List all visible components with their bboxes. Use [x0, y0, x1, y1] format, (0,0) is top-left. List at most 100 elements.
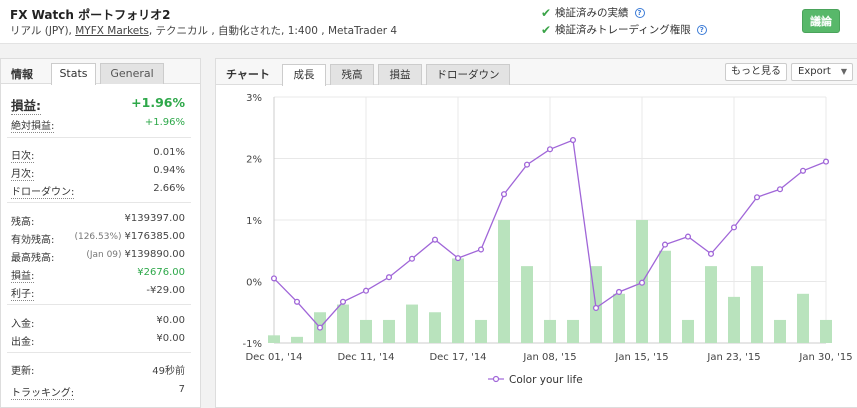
chart-bar	[268, 335, 280, 343]
chart-point	[615, 288, 623, 296]
more-button[interactable]: もっと見る	[725, 63, 787, 81]
stat-value: ¥0.00	[156, 315, 185, 326]
stat-label[interactable]: 損益:	[11, 95, 41, 115]
stat-label[interactable]: トラッキング:	[11, 384, 75, 400]
tab-drawdown[interactable]: ドローダウン	[426, 64, 510, 85]
tab-growth[interactable]: 成長	[282, 64, 326, 86]
account-details: リアル (JPY), MYFX Markets, テクニカル , 自動化された,…	[10, 23, 397, 38]
chart-point	[408, 255, 416, 262]
chart-point	[500, 191, 508, 198]
stat-highest: 最高残高: (Jan 09) ¥139890.00	[11, 249, 185, 264]
chart-point	[546, 146, 554, 153]
legend-marker-icon	[492, 375, 500, 383]
verified-record-label: 検証済みの実績	[555, 7, 629, 19]
help-icon[interactable]: ?	[696, 24, 707, 35]
chart-bar	[797, 293, 809, 343]
chart-bar	[659, 250, 671, 343]
export-button[interactable]: Export ▼	[791, 63, 853, 81]
x-tick-label: Jan 08, '15	[522, 352, 576, 363]
stat-deposits: 入金: ¥0.00	[11, 315, 185, 330]
stat-value: ¥139890.00	[124, 249, 185, 260]
discuss-button[interactable]: 議論	[802, 9, 840, 33]
check-icon: ✔	[541, 22, 552, 37]
stat-paren: (Jan 09)	[86, 250, 122, 260]
chart-bar	[567, 319, 579, 343]
divider	[7, 202, 191, 203]
account-header: FX Watch ポートフォリオ2 リアル (JPY), MYFX Market…	[0, 0, 857, 44]
chart-legend: Color your life	[488, 374, 583, 386]
chart-point	[477, 246, 485, 253]
chart-bar	[452, 258, 464, 343]
stat-label[interactable]: ドローダウン:	[11, 183, 75, 199]
x-tick-label: Jan 23, '15	[706, 352, 760, 363]
stat-label[interactable]: 利子:	[11, 285, 35, 301]
verified-privileges-label: 検証済みトレーディング権限	[555, 24, 691, 36]
stat-label[interactable]: 損益:	[11, 267, 35, 283]
y-tick-label: 1%	[246, 216, 262, 227]
stat-label[interactable]: 日次:	[11, 147, 35, 163]
check-icon: ✔	[541, 5, 552, 20]
chart-point	[753, 194, 761, 201]
x-axis-ticks: Dec 01, '14 Dec 11, '14 Dec 17, '14 Jan 08,…	[245, 352, 852, 363]
chart-point	[776, 186, 784, 193]
stat-withdrawals: 出金: ¥0.00	[11, 333, 185, 348]
chart-point	[799, 167, 807, 174]
broker-link[interactable]: MYFX Markets	[75, 25, 149, 37]
chart-point	[707, 250, 715, 257]
tab-general[interactable]: General	[100, 63, 164, 84]
chart-bar	[705, 266, 717, 343]
chart-point	[822, 158, 830, 165]
verified-record: ✔ 検証済みの実績 ?	[541, 5, 645, 20]
y-tick-label: -1%	[243, 339, 262, 350]
y-tick-label: 2%	[246, 155, 262, 166]
tab-balance[interactable]: 残高	[330, 64, 374, 85]
tab-stats[interactable]: Stats	[51, 63, 96, 85]
chart-point	[638, 279, 646, 286]
help-icon[interactable]: ?	[634, 7, 645, 18]
x-tick-label: Jan 30, '15	[798, 352, 852, 363]
stat-balance: 残高: ¥139397.00	[11, 213, 185, 228]
portfolio-title: FX Watch ポートフォリオ2	[10, 8, 171, 22]
legend-series-name[interactable]: Color your life	[509, 374, 583, 386]
chart-bar	[429, 312, 441, 343]
x-tick-label: Dec 17, '14	[429, 352, 486, 363]
stat-value: ¥2676.00	[137, 267, 185, 278]
stat-value: ¥176385.00	[124, 231, 185, 242]
chart-point	[661, 241, 669, 248]
chart-grid	[273, 96, 827, 344]
stat-value: +1.96%	[144, 117, 185, 128]
stat-daily: 日次: 0.01%	[11, 147, 185, 163]
stat-label: 最高残高:	[11, 253, 55, 264]
chart-bar	[682, 319, 694, 343]
stat-drawdown: ドローダウン: 2.66%	[11, 183, 185, 199]
chart-point	[592, 304, 600, 311]
stat-value: +1.96%	[131, 95, 185, 110]
x-tick-label: Dec 11, '14	[337, 352, 394, 363]
stat-label: 更新:	[11, 366, 35, 377]
chart-point	[362, 287, 370, 294]
chart-tabs: チャート 成長 残高 損益 ドローダウン もっと見る Export ▼	[216, 59, 857, 86]
stat-value: ¥139397.00	[124, 213, 185, 224]
chart-point	[385, 274, 393, 281]
tab-profit[interactable]: 損益	[378, 64, 422, 85]
chart-panel-label: チャート	[226, 68, 270, 81]
stat-label: 出金:	[11, 337, 35, 348]
chart-bar	[498, 220, 510, 343]
chart-bar	[360, 319, 372, 343]
stat-label[interactable]: 絶対損益:	[11, 117, 55, 133]
stat-value: 0.94%	[153, 165, 185, 176]
chart-point	[431, 236, 439, 243]
stat-profit: 損益: ¥2676.00	[11, 267, 185, 283]
chart-bar	[383, 319, 395, 343]
stat-label: 残高:	[11, 217, 35, 228]
chart-point	[523, 161, 531, 168]
x-tick-label: Dec 01, '14	[245, 352, 302, 363]
stat-label: 入金:	[11, 319, 35, 330]
chart-panel: チャート 成長 残高 損益 ドローダウン もっと見る Export ▼ -1% 0…	[215, 58, 857, 408]
divider	[7, 137, 191, 138]
account-info: , テクニカル , 自動化された, 1:400 , MetaTrader 4	[148, 25, 398, 37]
chart-point	[569, 136, 577, 144]
y-tick-label: 0%	[246, 278, 262, 289]
stat-value: ¥0.00	[156, 333, 185, 344]
stat-label[interactable]: 月次:	[11, 165, 35, 181]
